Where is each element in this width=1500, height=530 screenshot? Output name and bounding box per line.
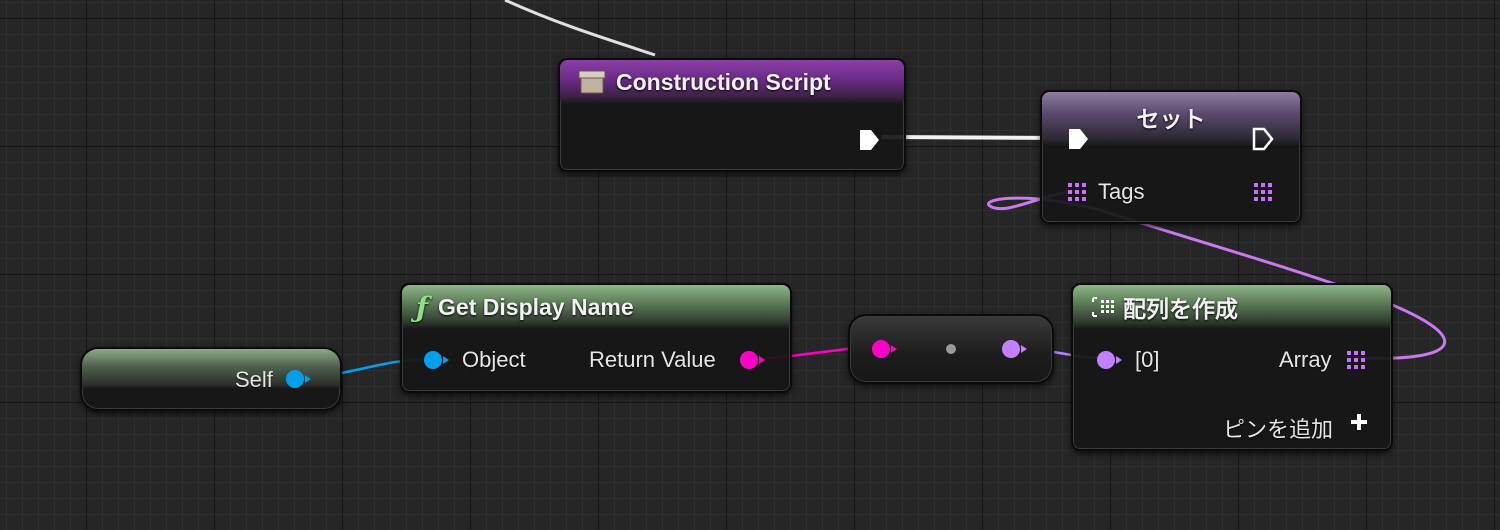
- exec-output-pin[interactable]: [858, 128, 882, 152]
- function-glyph: ƒ: [416, 290, 429, 324]
- make-array-header: 配列を作成: [1073, 285, 1391, 329]
- set-tags-node[interactable]: セット Tags: [1040, 90, 1302, 224]
- object-label: Object: [462, 347, 526, 372]
- tags-output-pin[interactable]: [1254, 183, 1272, 201]
- construction-script-header: Construction Script: [560, 60, 904, 104]
- self-output-pin[interactable]: [286, 370, 311, 388]
- return-value-label: Return Value: [589, 347, 716, 372]
- array-output-pin[interactable]: [1347, 351, 1365, 369]
- element-0-label: [0]: [1135, 347, 1160, 372]
- conversion-node[interactable]: [848, 314, 1054, 384]
- make-array-title: 配列を作成: [1123, 296, 1238, 322]
- make-array-icon: [1091, 296, 1117, 318]
- object-input-pin[interactable]: [424, 351, 449, 369]
- get-display-name-title: Get Display Name: [438, 293, 634, 320]
- conversion-dot-icon: [946, 344, 956, 354]
- add-pin-icon[interactable]: [1349, 412, 1369, 432]
- array-output-label: Array: [1279, 347, 1332, 372]
- exec-input-pin[interactable]: [1067, 127, 1091, 151]
- self-label: Self: [235, 367, 273, 392]
- construction-script-title: Construction Script: [616, 68, 831, 95]
- tags-input-pin[interactable]: [1068, 183, 1086, 201]
- set-tags-title: セット: [1136, 106, 1206, 132]
- tags-label: Tags: [1098, 179, 1145, 204]
- construction-script-node[interactable]: Construction Script: [558, 58, 906, 172]
- exec-wire-incoming: [504, 0, 656, 57]
- get-display-name-node[interactable]: ƒ Get Display Name Object Return Value: [400, 283, 792, 393]
- exec-output-pin[interactable]: [1251, 127, 1275, 151]
- make-array-node[interactable]: 配列を作成 [0] Array ピンを追加: [1071, 283, 1393, 451]
- self-node[interactable]: Self: [80, 347, 342, 411]
- string-input-pin[interactable]: [872, 340, 897, 358]
- return-value-output-pin[interactable]: [740, 351, 765, 369]
- get-display-name-header: ƒ Get Display Name: [402, 285, 790, 329]
- name-output-pin[interactable]: [1002, 340, 1027, 358]
- element-0-input-pin[interactable]: [1097, 351, 1122, 369]
- event-box-icon: [578, 69, 606, 95]
- add-pin-label[interactable]: ピンを追加: [1223, 412, 1333, 444]
